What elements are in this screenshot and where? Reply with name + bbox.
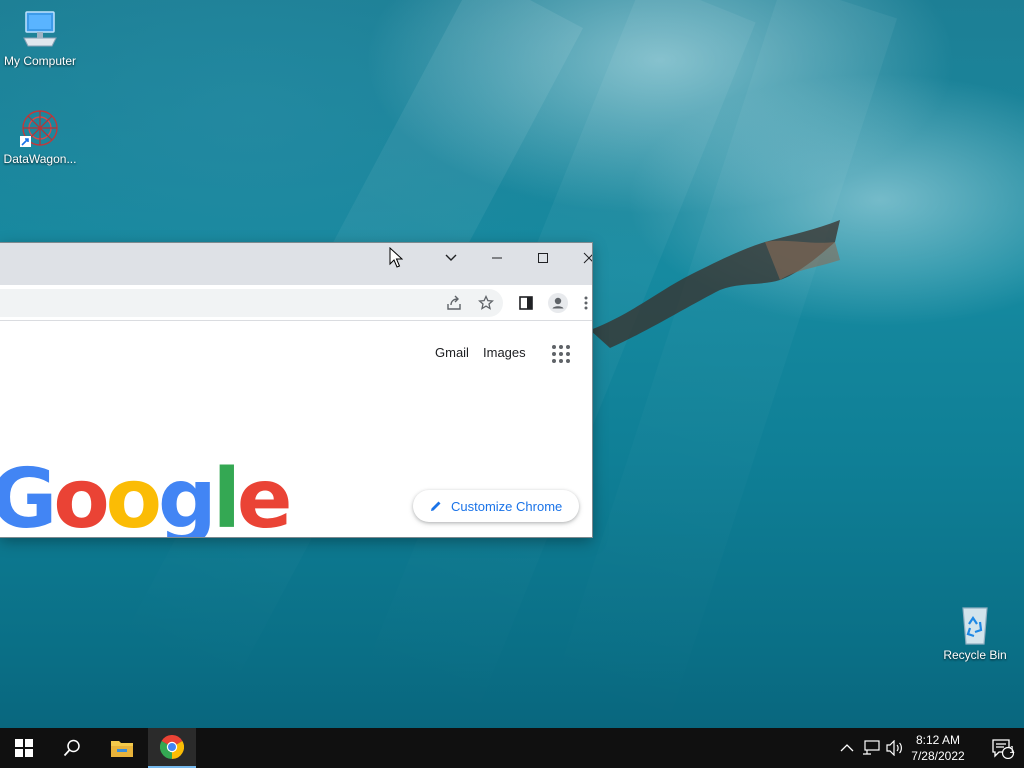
- google-logo-letter: e: [236, 452, 293, 538]
- chrome-icon: [160, 735, 184, 759]
- google-logo-letter: o: [53, 452, 109, 538]
- file-explorer-button[interactable]: [98, 728, 146, 768]
- side-panel-icon[interactable]: [516, 293, 536, 313]
- chevron-down-icon: [445, 254, 457, 261]
- close-icon: [583, 252, 592, 264]
- browser-toolbar: [0, 285, 592, 321]
- new-tab-page: Gmail Images Google Customize Chrome: [0, 321, 592, 537]
- notification-center-button[interactable]: 1: [980, 728, 1024, 768]
- customize-chrome-label: Customize Chrome: [451, 498, 563, 514]
- maximize-button[interactable]: [520, 243, 566, 273]
- datawagon-icon: [18, 106, 62, 150]
- taskbar: 8:12 AM 7/28/2022 1: [0, 728, 1024, 768]
- file-explorer-icon: [111, 741, 133, 757]
- pencil-icon: [429, 499, 443, 513]
- customize-chrome-button[interactable]: Customize Chrome: [413, 490, 579, 522]
- chrome-window[interactable]: Gmail Images Google Customize Chrome: [0, 243, 592, 537]
- recycle-bin-icon: [953, 602, 997, 646]
- search-icon: [63, 739, 80, 757]
- address-bar[interactable]: [0, 289, 503, 317]
- close-button[interactable]: [566, 243, 592, 273]
- desktop-icon-recycle-bin[interactable]: Recycle Bin: [935, 602, 1015, 662]
- maximize-icon: [538, 253, 548, 263]
- star-icon[interactable]: [476, 293, 496, 313]
- desktop-icon-label: DataWagon...: [3, 152, 77, 166]
- desktop-icon-label: My Computer: [3, 54, 77, 68]
- desktop-icon-datawagon[interactable]: DataWagon...: [0, 106, 80, 166]
- desktop-icon-label: Recycle Bin: [943, 648, 1007, 662]
- minimize-button[interactable]: [474, 243, 520, 273]
- minimize-icon: [492, 257, 502, 259]
- clock-date: 7/28/2022: [911, 749, 965, 763]
- google-logo-letter: G: [0, 452, 57, 538]
- images-link[interactable]: Images: [483, 345, 526, 360]
- search-button[interactable]: [48, 728, 96, 768]
- notification-count: 1: [1009, 745, 1015, 756]
- computer-icon: [18, 8, 62, 52]
- chevron-up-icon[interactable]: [837, 738, 857, 758]
- taskbar-clock[interactable]: 8:12 AM 7/28/2022: [904, 732, 972, 764]
- tab-search-button[interactable]: [428, 243, 474, 273]
- google-logo-letter: g: [158, 452, 217, 538]
- clock-time: 8:12 AM: [915, 733, 961, 747]
- swimmer-silhouette: [590, 220, 840, 348]
- windows-start-icon: [15, 739, 33, 757]
- desktop-icon-my-computer[interactable]: My Computer: [0, 8, 80, 68]
- gmail-link[interactable]: Gmail: [435, 345, 469, 360]
- title-bar[interactable]: [0, 243, 592, 285]
- google-logo-letter: o: [105, 452, 162, 538]
- share-icon[interactable]: [444, 293, 464, 313]
- apps-grid-icon[interactable]: [552, 345, 570, 363]
- mouse-cursor-icon: [389, 247, 403, 268]
- start-button[interactable]: [0, 728, 48, 768]
- google-logo: Google: [0, 459, 292, 538]
- volume-icon[interactable]: [885, 738, 905, 758]
- network-icon[interactable]: [861, 738, 881, 758]
- profile-icon[interactable]: [548, 293, 568, 313]
- menu-icon[interactable]: [580, 293, 592, 313]
- google-logo-letter: l: [212, 452, 241, 538]
- chrome-taskbar-button[interactable]: [148, 728, 196, 768]
